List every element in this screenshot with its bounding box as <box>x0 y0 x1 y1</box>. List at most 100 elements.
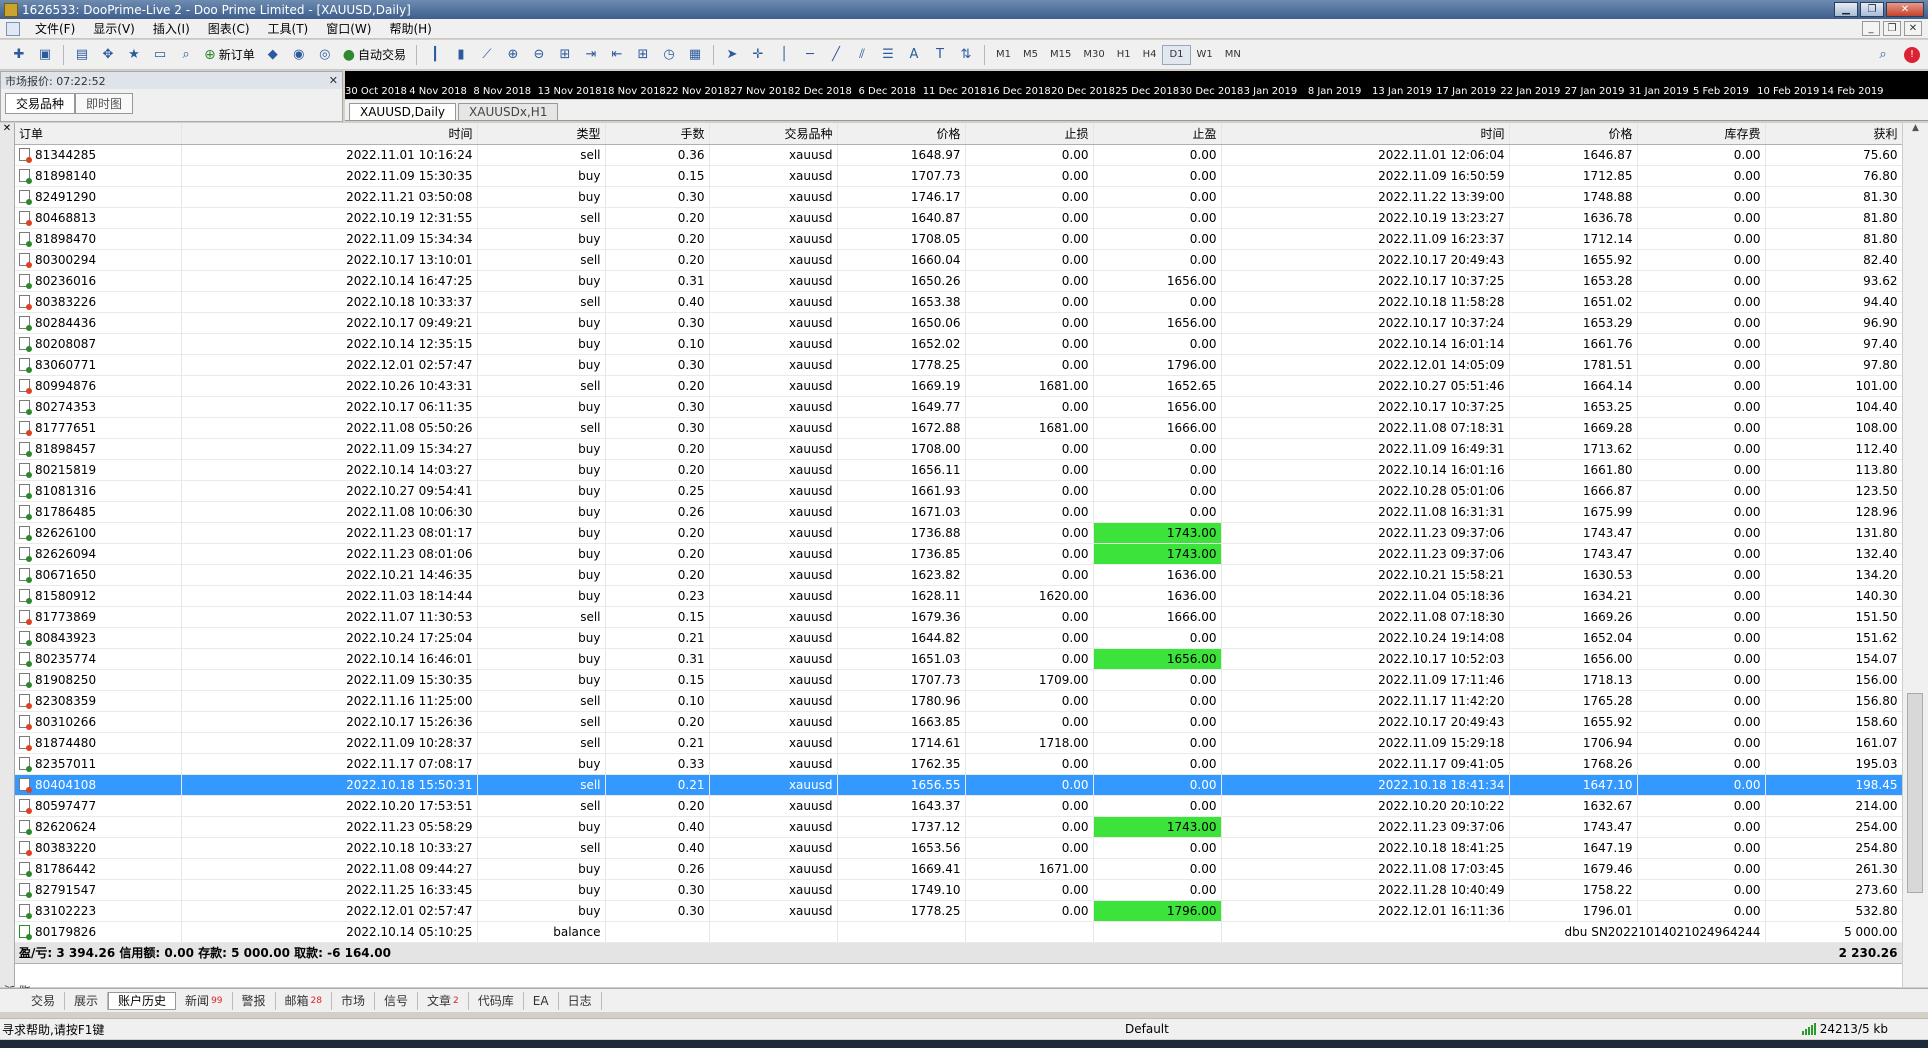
table-row[interactable]: 83102223 2022.12.01 02:57:47 buy 0.30 xauusd… <box>15 900 1903 922</box>
zoom-in-icon[interactable]: ⊕ <box>503 45 523 65</box>
period-m30[interactable]: M30 <box>1077 45 1110 65</box>
col-take-profit[interactable]: 止盈 <box>1093 123 1222 145</box>
menu-help[interactable]: 帮助(H) <box>380 20 440 37</box>
text-label-icon[interactable]: T <box>930 45 950 65</box>
auto-trading-button[interactable]: ● 自动交易 <box>338 46 411 63</box>
autoscroll-icon[interactable]: ⇤ <box>607 45 627 65</box>
table-row[interactable]: 80597477 2022.10.20 17:53:51 sell 0.20 xauus… <box>15 795 1903 817</box>
text-tool-icon[interactable]: A <box>904 45 924 65</box>
table-row[interactable]: 82791547 2022.11.25 16:33:45 buy 0.30 xauusd… <box>15 879 1903 901</box>
table-row[interactable]: 80236016 2022.10.14 16:47:25 buy 0.31 xauusd… <box>15 270 1903 292</box>
period-mn[interactable]: MN <box>1219 45 1247 65</box>
table-row[interactable]: 80235774 2022.10.14 16:46:01 buy 0.31 xauusd… <box>15 648 1903 670</box>
menu-insert[interactable]: 插入(I) <box>144 20 199 37</box>
period-w1[interactable]: W1 <box>1191 45 1219 65</box>
tile-windows-icon[interactable]: ⊞ <box>555 45 575 65</box>
bar-chart-icon[interactable]: ┃ <box>425 45 445 65</box>
chart-tab-xauusdx-h1[interactable]: XAUUSDx,H1 <box>458 103 559 120</box>
table-row[interactable]: 83060771 2022.12.01 02:57:47 buy 0.30 xauusd… <box>15 354 1903 376</box>
search-icon[interactable]: ⌕ <box>1873 45 1893 65</box>
menu-charts[interactable]: 图表(C) <box>199 20 259 37</box>
terminal-icon[interactable]: ▭ <box>150 45 170 65</box>
col-open-price[interactable]: 价格 <box>837 123 966 145</box>
line-chart-icon[interactable]: ⟋ <box>477 45 497 65</box>
table-row[interactable]: 81898457 2022.11.09 15:34:27 buy 0.20 xauusd… <box>15 438 1903 460</box>
strategy-tester-icon[interactable]: ⌕ <box>176 45 196 65</box>
data-window-icon[interactable]: ✥ <box>98 45 118 65</box>
table-row[interactable]: 81908250 2022.11.09 15:30:35 buy 0.15 xauusd… <box>15 669 1903 691</box>
status-profile[interactable]: Default <box>1125 1022 1775 1036</box>
chart-area[interactable]: 30 Oct 2018 4 Nov 2018 8 Nov 2018 13 Nov 20… <box>345 71 1928 99</box>
notification-icon[interactable]: ! <box>1904 46 1920 63</box>
new-order-button[interactable]: ⊕ 新订单 <box>199 46 260 63</box>
periods-icon[interactable]: ◷ <box>659 45 679 65</box>
scroll-up-icon[interactable]: ▲ <box>1903 123 1928 141</box>
col-stop-loss[interactable]: 止损 <box>965 123 1094 145</box>
col-open-time[interactable]: 时间 <box>181 123 478 145</box>
table-row[interactable]: 80383226 2022.10.18 10:33:37 sell 0.40 xauus… <box>15 291 1903 313</box>
table-row[interactable]: 81580912 2022.11.03 18:14:44 buy 0.23 xauusd… <box>15 585 1903 607</box>
navigator-icon[interactable]: ★ <box>124 45 144 65</box>
col-symbol[interactable]: 交易品种 <box>709 123 838 145</box>
period-h1[interactable]: H1 <box>1111 45 1137 65</box>
period-m5[interactable]: M5 <box>1017 45 1044 65</box>
table-row[interactable]: 80404108 2022.10.18 15:50:31 sell 0.21 xauus… <box>15 774 1903 796</box>
menu-tools[interactable]: 工具(T) <box>259 20 318 37</box>
crosshair-icon[interactable]: ✛ <box>748 45 768 65</box>
templates-icon[interactable]: ▦ <box>685 45 705 65</box>
table-row[interactable]: 81898140 2022.11.09 15:30:35 buy 0.15 xauusd… <box>15 165 1903 187</box>
tab-tick-chart[interactable]: 即时图 <box>75 93 134 114</box>
horizontal-line-icon[interactable]: ─ <box>800 45 820 65</box>
col-order[interactable]: 订单 <box>15 123 182 145</box>
table-row[interactable]: 80208087 2022.10.14 12:35:15 buy 0.10 xauusd… <box>15 333 1903 355</box>
table-row[interactable]: 81344285 2022.11.01 10:16:24 sell 0.36 xauus… <box>15 144 1903 166</box>
terminal-tab[interactable]: 新闻 99 <box>176 991 233 1010</box>
terminal-tab[interactable]: 日志 <box>559 991 602 1010</box>
terminal-tab[interactable]: 信号 <box>375 991 419 1010</box>
table-row[interactable]: 81874480 2022.11.09 10:28:37 sell 0.21 xauus… <box>15 732 1903 754</box>
chart-shift-icon[interactable]: ⇥ <box>581 45 601 65</box>
table-row[interactable]: 80468813 2022.10.19 12:31:55 sell 0.20 xauus… <box>15 207 1903 229</box>
trendline-icon[interactable]: ╱ <box>826 45 846 65</box>
table-row[interactable]: 80383220 2022.10.18 10:33:27 sell 0.40 xauus… <box>15 837 1903 859</box>
table-row[interactable]: 80274353 2022.10.17 06:11:35 buy 0.30 xauusd… <box>15 396 1903 418</box>
maximize-button[interactable]: ❐ <box>1860 2 1884 17</box>
zoom-out-icon[interactable]: ⊖ <box>529 45 549 65</box>
col-volume[interactable]: 手数 <box>605 123 710 145</box>
vertical-scrollbar[interactable]: ▲ <box>1902 123 1928 987</box>
market-watch-icon[interactable]: ▤ <box>72 45 92 65</box>
vps-icon[interactable]: ◎ <box>315 45 335 65</box>
terminal-tab[interactable]: 邮箱 28 <box>276 991 332 1010</box>
period-m15[interactable]: M15 <box>1044 45 1077 65</box>
table-row[interactable]: 81786485 2022.11.08 10:06:30 buy 0.26 xauusd… <box>15 501 1903 523</box>
period-m1[interactable]: M1 <box>990 45 1017 65</box>
table-row[interactable]: 81898470 2022.11.09 15:34:34 buy 0.20 xauusd… <box>15 228 1903 250</box>
table-row[interactable]: 82491290 2022.11.21 03:50:08 buy 0.30 xauusd… <box>15 186 1903 208</box>
table-row[interactable]: 82626094 2022.11.23 08:01:06 buy 0.20 xauusd… <box>15 543 1903 565</box>
table-row[interactable]: 81773869 2022.11.07 11:30:53 sell 0.15 xauus… <box>15 606 1903 628</box>
child-minimize-button[interactable]: _ <box>1862 21 1880 36</box>
vertical-line-icon[interactable]: │ <box>774 45 794 65</box>
minimize-button[interactable]: ▁ <box>1834 2 1858 17</box>
new-chart-icon[interactable]: ✚ <box>9 45 29 65</box>
close-button[interactable]: ✕ <box>1886 2 1924 17</box>
table-row[interactable]: 80994876 2022.10.26 10:43:31 sell 0.20 xauus… <box>15 375 1903 397</box>
terminal-tab[interactable]: 警报 <box>233 991 276 1010</box>
tab-symbols[interactable]: 交易品种 <box>5 93 76 114</box>
table-row[interactable]: 80671650 2022.10.21 14:46:35 buy 0.20 xauusd… <box>15 564 1903 586</box>
col-close-time[interactable]: 时间 <box>1221 123 1510 145</box>
cursor-icon[interactable]: ➤ <box>722 45 742 65</box>
period-h4[interactable]: H4 <box>1137 45 1163 65</box>
chart-tab-xauusd-daily[interactable]: XAUUSD,Daily <box>349 103 457 120</box>
period-d1[interactable]: D1 <box>1162 44 1191 65</box>
close-icon[interactable]: ✕ <box>329 74 338 87</box>
table-row[interactable]: 82620624 2022.11.23 05:58:29 buy 0.40 xauusd… <box>15 816 1903 838</box>
table-row[interactable]: 80310266 2022.10.17 15:26:36 sell 0.20 xauus… <box>15 711 1903 733</box>
table-row[interactable]: 80284436 2022.10.17 09:49:21 buy 0.30 xauusd… <box>15 312 1903 334</box>
child-restore-button[interactable]: ❐ <box>1883 21 1901 36</box>
candlestick-icon[interactable]: ▮ <box>451 45 471 65</box>
terminal-tab[interactable]: 文章 2 <box>418 991 469 1010</box>
fibonacci-icon[interactable]: ☰ <box>878 45 898 65</box>
metaeditor-icon[interactable]: ◆ <box>263 45 283 65</box>
child-close-button[interactable]: ✕ <box>1904 21 1922 36</box>
